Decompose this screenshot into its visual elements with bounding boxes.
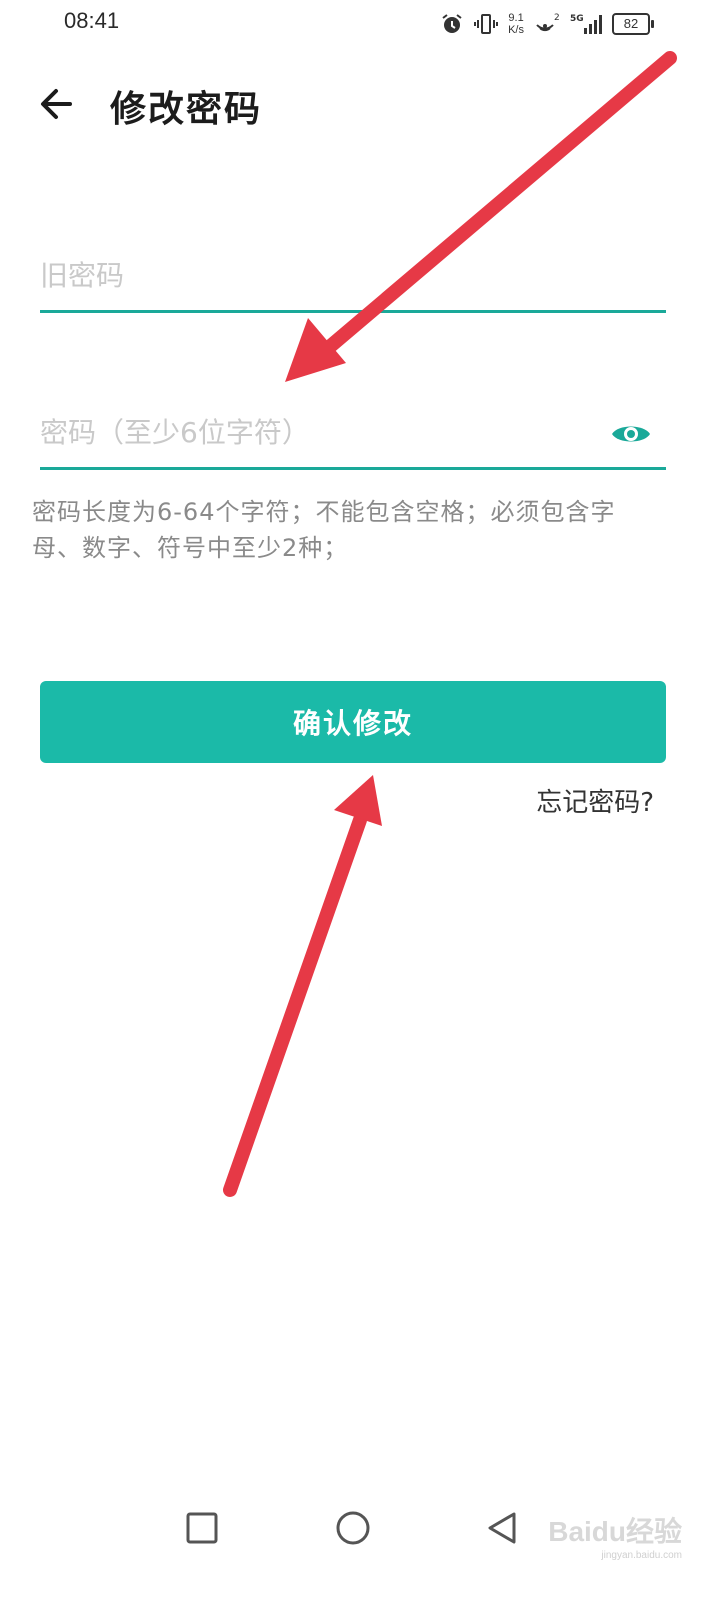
forgot-password-link[interactable]: 忘记密码? bbox=[536, 782, 654, 819]
battery-icon: 82 bbox=[612, 13, 654, 35]
status-time: 08:41 bbox=[64, 8, 120, 33]
recents-button[interactable] bbox=[182, 1508, 222, 1548]
toggle-visibility-button[interactable] bbox=[610, 419, 652, 449]
new-password-input[interactable] bbox=[40, 407, 600, 457]
status-icons: 9.1 K/s 2 5G 82 bbox=[440, 10, 654, 38]
alarm-icon bbox=[442, 14, 462, 33]
status-bar: 08:41 9.1 K/s 2 5G 82 bbox=[0, 0, 720, 50]
hint-line-2: 母、数字、符号中至少2种； bbox=[32, 534, 349, 562]
watermark-brand: Baidu经验 bbox=[548, 1516, 682, 1547]
signal-icon: 5G bbox=[570, 14, 602, 34]
confirm-change-button[interactable]: 确认修改 bbox=[40, 681, 666, 763]
sim-number: 2 bbox=[554, 13, 560, 23]
new-password-field bbox=[40, 407, 666, 470]
hint-line-1: 密码长度为6-64个字符；不能包含空格；必须包含字 bbox=[32, 498, 616, 526]
eye-icon bbox=[612, 426, 650, 442]
app-bar: 修改密码 bbox=[0, 70, 720, 140]
page-title: 修改密码 bbox=[110, 89, 263, 130]
watermark-logo: Baidu经验 jingyan.baidu.com bbox=[548, 1510, 682, 1561]
back-arrow-icon bbox=[41, 89, 72, 119]
square-nav-icon bbox=[186, 1512, 218, 1544]
back-button[interactable] bbox=[36, 82, 80, 126]
watermark-url: jingyan.baidu.com bbox=[601, 1550, 682, 1561]
speed-unit: K/s bbox=[508, 24, 524, 36]
network-speed: 9.1 K/s bbox=[508, 12, 524, 36]
old-password-field bbox=[40, 250, 666, 313]
speed-value: 9.1 bbox=[508, 12, 524, 24]
old-password-input[interactable] bbox=[40, 250, 600, 300]
home-button[interactable] bbox=[333, 1508, 373, 1548]
triangle-nav-icon bbox=[488, 1512, 516, 1544]
back-nav-button[interactable] bbox=[482, 1508, 522, 1548]
circle-nav-icon bbox=[336, 1511, 370, 1545]
password-rules-hint: 密码长度为6-64个字符；不能包含空格；必须包含字 母、数字、符号中至少2种； bbox=[32, 494, 682, 566]
hotspot-icon: 2 bbox=[536, 13, 560, 32]
network-type: 5G bbox=[570, 14, 584, 24]
annotation-arrow-bottom bbox=[223, 775, 382, 1197]
vibrate-icon bbox=[474, 14, 499, 34]
